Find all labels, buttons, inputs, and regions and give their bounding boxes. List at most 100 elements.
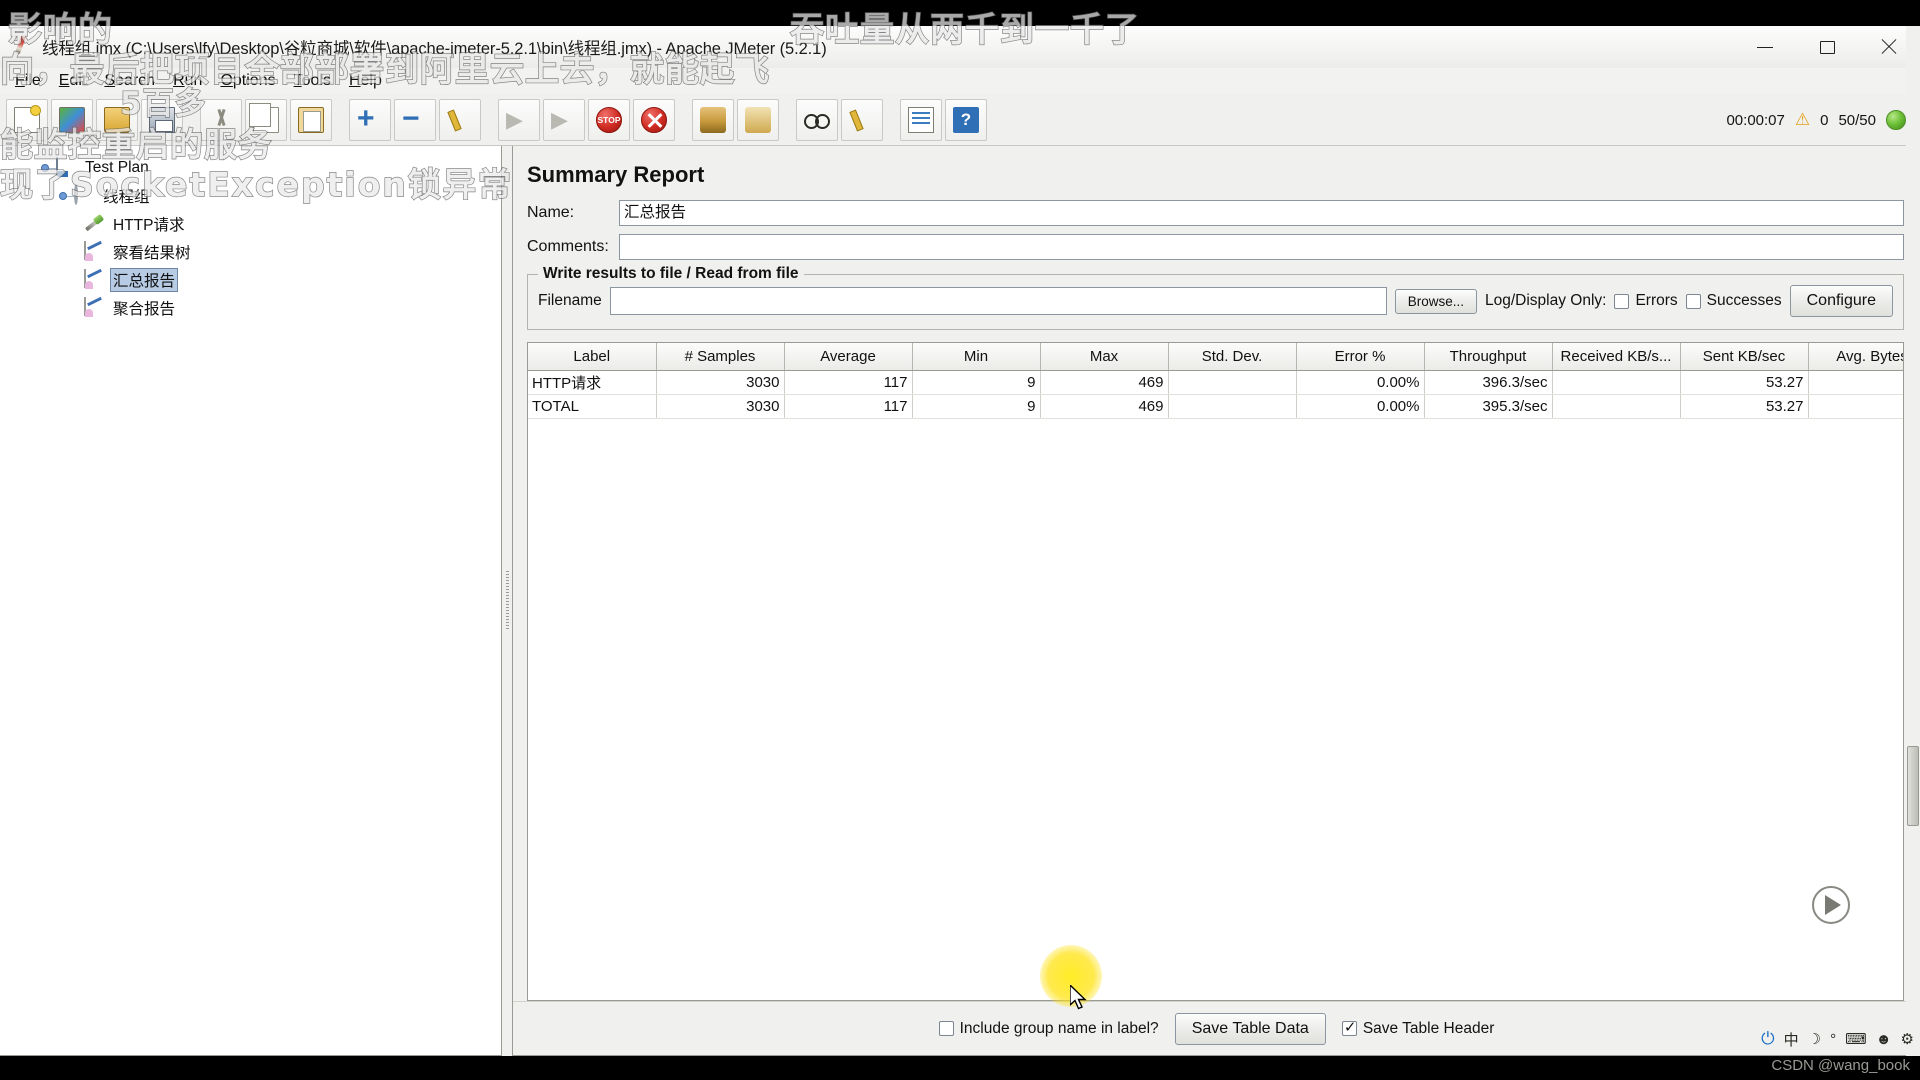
include-group-name-checkbox[interactable] (938, 1021, 954, 1036)
save-icon (149, 106, 175, 133)
cell-min: 9 (912, 370, 1041, 395)
expand-toggle-icon[interactable] (56, 188, 74, 204)
errors-checkbox[interactable] (1614, 293, 1630, 309)
tree-item-http-request[interactable]: HTTP请求 (0, 210, 501, 238)
column-header-label[interactable]: Label (528, 343, 657, 371)
menu-run[interactable]: Run (164, 71, 211, 91)
collapse-all-button[interactable]: − (394, 98, 436, 141)
include-group-name-wrap[interactable]: Include group name in label? (938, 1020, 1159, 1038)
menu-file[interactable]: File (6, 71, 50, 91)
collapse-all-icon: − (402, 101, 420, 135)
column-header-error-pct[interactable]: Error % (1296, 343, 1425, 371)
function-helper-icon (908, 106, 934, 133)
maximize-button[interactable] (1796, 26, 1858, 68)
bottom-action-bar: Include group name in label? Save Table … (513, 1001, 1920, 1055)
browse-button[interactable]: Browse... (1394, 288, 1477, 314)
play-badge[interactable] (1800, 880, 1862, 930)
expand-toggle-icon[interactable] (38, 160, 56, 176)
column-header-samples[interactable]: # Samples (656, 343, 785, 371)
open-button[interactable] (96, 98, 138, 141)
keyboard-icon[interactable]: ⌨ (1845, 1030, 1867, 1048)
copy-button[interactable] (245, 98, 287, 141)
save-table-header-checkbox[interactable] (1341, 1018, 1357, 1037)
minimize-button[interactable] (1734, 26, 1796, 68)
search-icon (804, 107, 830, 133)
settings-icon[interactable]: ⚙ (1901, 1030, 1914, 1048)
table-row[interactable]: TOTAL 3030 117 9 469 0.00% 395.3/sec 53.… (528, 394, 1903, 419)
name-label: Name: (527, 204, 575, 221)
person-icon[interactable]: ☻ (1876, 1031, 1892, 1048)
clear-all-button[interactable] (737, 98, 779, 141)
reset-search-icon (849, 107, 875, 133)
tree-item-test-plan[interactable]: Test Plan (0, 154, 501, 182)
templates-button[interactable] (51, 98, 93, 141)
window-scrollbar[interactable] (1906, 26, 1920, 1056)
function-helper-button[interactable] (900, 98, 942, 141)
column-header-max[interactable]: Max (1040, 343, 1169, 371)
clear-all-icon (745, 106, 771, 133)
column-header-throughput[interactable]: Throughput (1424, 343, 1553, 371)
tree-item-aggregate-report[interactable]: 聚合报告 (0, 294, 501, 322)
cell-std-dev (1168, 370, 1297, 395)
moon-icon[interactable]: ☽ (1808, 1030, 1821, 1048)
tree-item-thread-group[interactable]: 线程组 (0, 182, 501, 210)
column-header-std-dev[interactable]: Std. Dev. (1168, 343, 1297, 371)
paste-button[interactable] (290, 98, 332, 141)
shutdown-button[interactable] (633, 98, 675, 141)
scrollbar-thumb[interactable] (1907, 746, 1919, 826)
tree-item-label: Test Plan (85, 159, 149, 176)
start-button[interactable]: ▶ (498, 98, 540, 141)
menu-search[interactable]: Search (95, 71, 164, 91)
save-button[interactable] (141, 98, 183, 141)
cut-button[interactable] (200, 98, 242, 141)
clear-icon (700, 106, 726, 133)
listener-icon (84, 269, 104, 290)
menu-tools[interactable]: Tools (285, 71, 340, 91)
save-table-header-wrap[interactable]: Save Table Header (1341, 1018, 1494, 1038)
column-header-avg-bytes[interactable]: Avg. Bytes (1808, 343, 1903, 371)
power-icon[interactable]: ⏻ (1761, 1029, 1774, 1049)
column-header-average[interactable]: Average (784, 343, 913, 371)
pane-splitter[interactable] (502, 146, 512, 1056)
save-table-data-button[interactable]: Save Table Data (1174, 1012, 1326, 1045)
clear-button[interactable] (692, 98, 734, 141)
expand-all-button[interactable]: + (349, 98, 391, 141)
comments-row: Comments: (527, 234, 1904, 260)
toolbar-status: 00:00:07 ⚠ 0 50/50 (1726, 94, 1906, 146)
summary-table: Label # Samples Average Min Max Std. Dev… (528, 343, 1903, 419)
column-header-min[interactable]: Min (912, 343, 1041, 371)
column-header-sent-kb[interactable]: Sent KB/sec (1680, 343, 1809, 371)
search-button[interactable] (796, 98, 838, 141)
table-empty-area (528, 418, 1903, 1000)
test-plan-icon (56, 157, 76, 178)
successes-checkbox[interactable] (1685, 293, 1701, 309)
column-header-received-kb[interactable]: Received KB/s... (1552, 343, 1681, 371)
cell-average: 117 (784, 394, 913, 419)
start-no-pauses-button[interactable]: ▶ (543, 98, 585, 141)
credit-watermark: CSDN @wang_book (1771, 1057, 1910, 1074)
menu-edit[interactable]: Edit (50, 71, 96, 91)
errors-checkbox-wrap[interactable]: Errors (1614, 292, 1678, 310)
filename-input[interactable] (609, 287, 1387, 315)
new-button[interactable] (6, 98, 48, 141)
cell-samples: 3030 (656, 394, 785, 419)
menu-options[interactable]: Options (211, 71, 284, 91)
tree-item-label: 聚合报告 (113, 301, 176, 318)
reset-search-button[interactable] (841, 98, 883, 141)
tree-item-summary-report[interactable]: 汇总报告 (0, 266, 501, 294)
table-row[interactable]: HTTP请求 3030 117 9 469 0.00% 396.3/sec 53… (528, 370, 1903, 395)
successes-checkbox-wrap[interactable]: Successes (1685, 292, 1782, 310)
comments-input[interactable] (619, 234, 1904, 260)
cell-min: 9 (912, 394, 1041, 419)
stop-button[interactable]: STOP (588, 98, 630, 141)
ime-mode-label[interactable]: 中 (1784, 1029, 1799, 1050)
help-button[interactable]: ? (945, 98, 987, 141)
tree-item-view-results-tree[interactable]: 察看结果树 (0, 238, 501, 266)
configure-button[interactable]: Configure (1789, 285, 1893, 317)
name-input[interactable]: 汇总报告 (619, 200, 1904, 226)
warning-triangle-icon[interactable]: ⚠ (1795, 110, 1810, 130)
toggle-button[interactable] (439, 98, 481, 141)
test-plan-tree-pane: Test Plan 线程组 HTTP请求 察看结果树 汇总报告 聚合报告 (0, 146, 502, 1056)
degree-icon[interactable]: ° (1830, 1031, 1836, 1048)
menu-help[interactable]: Help (340, 71, 391, 91)
